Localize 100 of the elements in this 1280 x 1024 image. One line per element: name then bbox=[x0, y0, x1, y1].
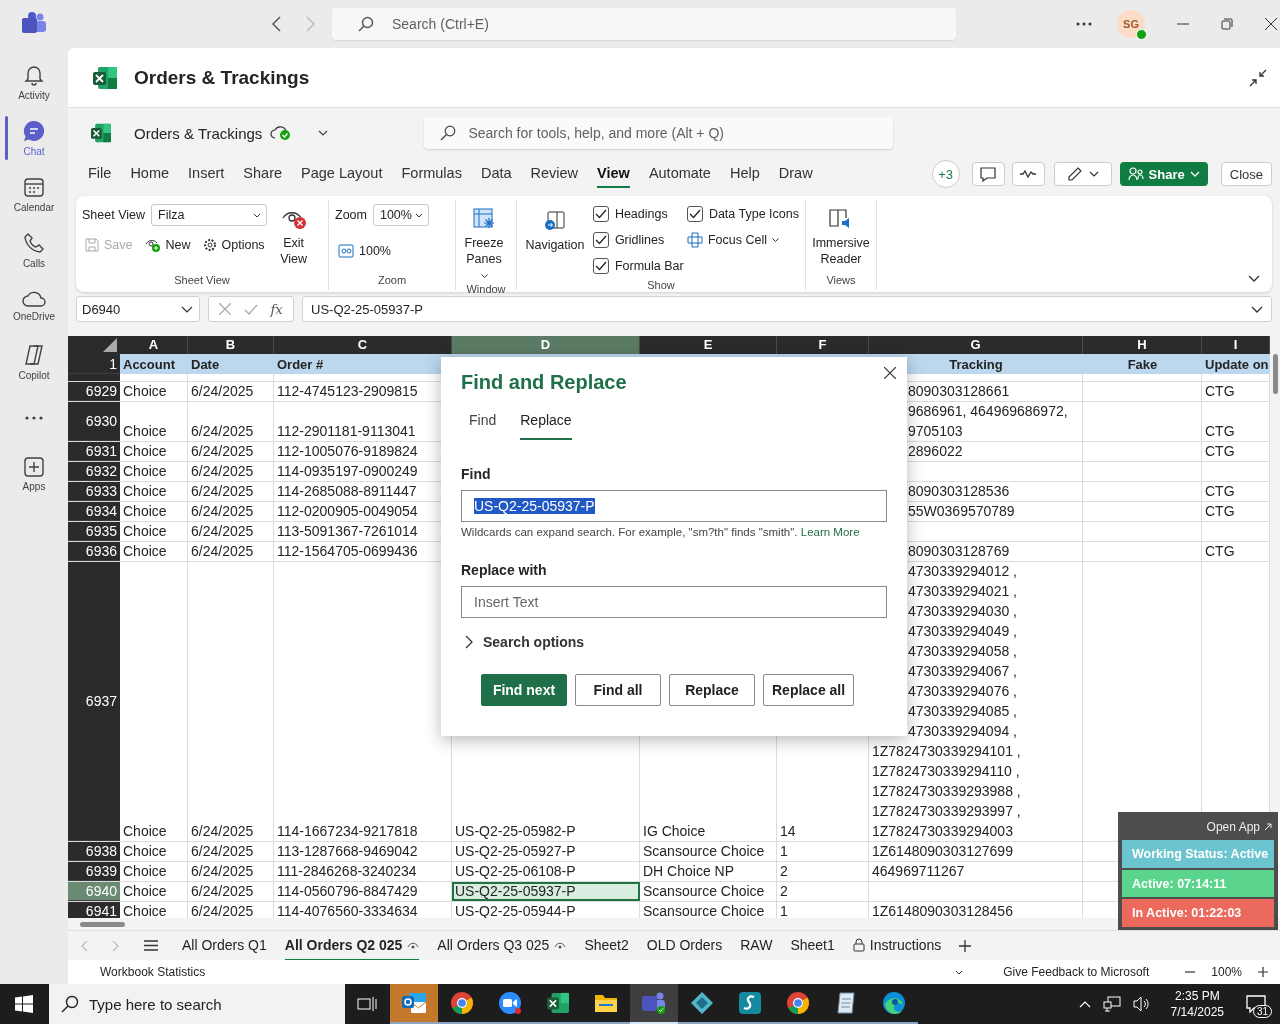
table-cell: 6/24/2025 bbox=[191, 542, 254, 561]
focus-cell-button[interactable]: Focus Cell bbox=[686, 232, 799, 248]
group-label: Show bbox=[646, 279, 676, 291]
dialog-tab[interactable]: Find bbox=[469, 412, 497, 440]
rail-item[interactable]: Chat bbox=[0, 110, 68, 166]
dialog-button[interactable]: Find next bbox=[481, 674, 567, 706]
avatar[interactable]: SG bbox=[1117, 10, 1145, 38]
column-header[interactable]: D bbox=[452, 336, 640, 354]
menu-tab[interactable]: Help bbox=[729, 160, 760, 188]
checkbox[interactable]: Formula Bar bbox=[592, 258, 687, 274]
feedback-link[interactable]: Give Feedback to Microsoft bbox=[1003, 965, 1150, 979]
menu-tab[interactable]: File bbox=[88, 160, 112, 188]
table-cell: CTG bbox=[1205, 482, 1235, 501]
workbook-statistics[interactable]: Workbook Statistics bbox=[100, 965, 206, 979]
navigation-button[interactable]: Navigation bbox=[523, 200, 587, 279]
menu-tab[interactable]: Formulas bbox=[401, 160, 462, 188]
exit-view-button[interactable]: Exit View bbox=[273, 200, 314, 274]
open-app-link[interactable]: Open App bbox=[1206, 816, 1274, 838]
menu-tab[interactable]: Home bbox=[130, 160, 170, 188]
sheet-tab[interactable]: Sheet2 bbox=[584, 930, 629, 961]
table-cell: 114-4076560-3334634 bbox=[277, 902, 418, 918]
sheet-tab[interactable]: RAW bbox=[740, 930, 773, 961]
checkbox[interactable]: Headings bbox=[592, 206, 687, 222]
share-button[interactable]: Share bbox=[1119, 162, 1208, 186]
menu-tab[interactable]: Review bbox=[530, 160, 579, 188]
dialog-tab[interactable]: Replace bbox=[520, 412, 572, 440]
search-field[interactable]: Search (Ctrl+E) bbox=[332, 8, 956, 40]
rail-item[interactable]: Calendar bbox=[0, 166, 68, 222]
table-cell: Choice bbox=[123, 462, 167, 481]
sheet-view-dropdown[interactable]: Filza bbox=[151, 204, 267, 226]
tracking-number: 8090303128661 bbox=[907, 382, 1010, 401]
notification-center-button[interactable]: 31 bbox=[1236, 984, 1276, 1024]
table-cell: CTG bbox=[1205, 542, 1235, 561]
tracking-number: 4730339294012 , bbox=[907, 562, 1017, 581]
dialog-button[interactable]: Replace bbox=[669, 674, 755, 706]
insert-function-button[interactable]: fx bbox=[270, 301, 283, 317]
name-box[interactable]: D6940 bbox=[76, 296, 200, 322]
sheet-tab[interactable]: Instructions bbox=[852, 930, 942, 961]
checkbox[interactable]: Data Type Icons bbox=[686, 206, 799, 222]
table-cell: 6/24/2025 bbox=[191, 502, 254, 521]
column-title: Fake bbox=[1127, 356, 1158, 374]
menu-tab[interactable]: Share bbox=[243, 160, 283, 188]
tracking-number: 9705103 bbox=[907, 422, 963, 441]
tracking-number: 4730339294085 , bbox=[907, 702, 1017, 721]
table-cell: IG Choice bbox=[643, 822, 706, 841]
menu-tab[interactable]: Page Layout bbox=[301, 160, 383, 188]
close-button[interactable]: Close bbox=[1220, 162, 1272, 186]
learn-more-link[interactable]: Learn More bbox=[800, 526, 860, 538]
taskbar-search-field[interactable]: Type here to search bbox=[49, 984, 345, 1024]
sheet-tab[interactable]: All Orders Q3 025 bbox=[437, 930, 567, 961]
menu-tab[interactable]: Data bbox=[480, 160, 512, 188]
status-row: Working Status: Active bbox=[1122, 840, 1274, 868]
freeze-panes-button[interactable]: Freeze Panes bbox=[462, 200, 506, 283]
zoom-dropdown[interactable]: 100% bbox=[372, 204, 429, 226]
table-cell: 6/24/2025 bbox=[191, 482, 254, 501]
active-cell: US-Q2-25-05937-P bbox=[452, 882, 640, 901]
search-field[interactable]: Search for tools, help, and more (Alt + Q) bbox=[424, 117, 894, 149]
table-cell: Choice bbox=[123, 862, 167, 881]
rail-item[interactable]: Copilot bbox=[0, 334, 68, 390]
table-cell: US-Q2-25-05927-P bbox=[455, 842, 576, 861]
rail-item[interactable]: Apps bbox=[0, 446, 68, 502]
new-view-button[interactable]: New bbox=[141, 237, 194, 253]
column-title: Update on bbox=[1205, 356, 1269, 374]
rail-item[interactable]: Activity bbox=[0, 54, 68, 110]
menu-tab[interactable]: View bbox=[597, 160, 630, 188]
table-cell: 6/24/2025 bbox=[191, 822, 254, 841]
replace-field[interactable]: Insert Text bbox=[461, 586, 887, 618]
tracking-number: 4730339294094 , bbox=[907, 722, 1017, 741]
sheet-tab[interactable]: Sheet1 bbox=[790, 930, 835, 961]
formula-field[interactable]: US-Q2-25-05937-P bbox=[302, 296, 1272, 322]
zoom-reset-button[interactable]: 100% bbox=[335, 244, 394, 258]
tracking-number: 1Z7824730339293988 , bbox=[872, 782, 1021, 801]
menu-tab[interactable]: Automate bbox=[648, 160, 711, 188]
table-cell: Choice bbox=[123, 382, 167, 401]
search-options-toggle[interactable]: Search options bbox=[461, 634, 585, 650]
clock-date[interactable]: 7/14/2025 bbox=[1170, 1004, 1224, 1020]
tracking-number: 4730339294058 , bbox=[907, 642, 1017, 661]
row-header[interactable]: 6940 bbox=[68, 882, 120, 901]
find-field[interactable]: US-Q2-25-05937-P bbox=[461, 490, 887, 522]
collaborators-count[interactable]: +3 bbox=[931, 160, 960, 188]
options-button[interactable]: Options bbox=[199, 238, 268, 252]
zoom-level[interactable]: 100% bbox=[1211, 965, 1242, 979]
table-cell: 1 bbox=[780, 842, 788, 861]
checkbox[interactable]: Gridlines bbox=[592, 232, 687, 248]
row-header[interactable]: 1 bbox=[68, 354, 120, 374]
tracking-number: 55W0369570789 bbox=[907, 502, 1015, 521]
dialog-button[interactable]: Find all bbox=[575, 674, 661, 706]
menu-tab[interactable]: Draw bbox=[778, 160, 813, 188]
workbook-name[interactable]: Orders & Trackings bbox=[134, 124, 263, 142]
dialog-button[interactable]: Replace all bbox=[763, 674, 855, 706]
sheet-tab[interactable]: All Orders Q1 bbox=[182, 930, 267, 961]
rail-item[interactable]: OneDrive bbox=[0, 278, 68, 334]
table-cell: 6/24/2025 bbox=[191, 522, 254, 541]
rail-item[interactable]: Calls bbox=[0, 222, 68, 278]
table-cell: 1 bbox=[780, 902, 788, 918]
clock-time[interactable]: 2:35 PM bbox=[1174, 988, 1220, 1004]
menu-tab[interactable]: Insert bbox=[188, 160, 225, 188]
immersive-reader-button[interactable]: Immersive Reader bbox=[812, 200, 870, 274]
table-cell: DH Choice NP bbox=[643, 862, 735, 881]
sheet-tab[interactable]: OLD Orders bbox=[646, 930, 723, 961]
